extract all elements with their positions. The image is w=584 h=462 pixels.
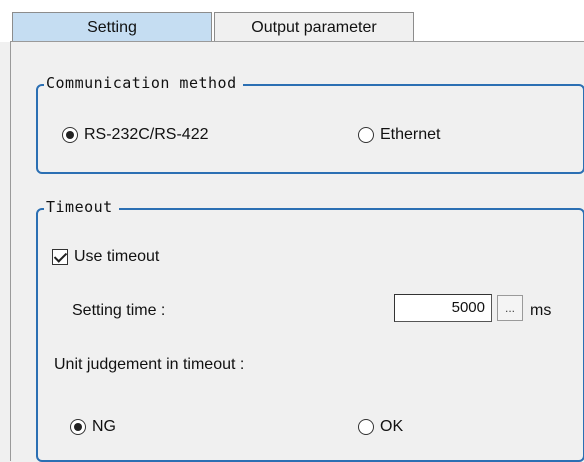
setting-time-unit: ms [530,302,552,319]
unit-judgement-label: Unit judgement in timeout : [54,356,245,373]
radio-ng[interactable]: NG [70,418,116,436]
radio-ethernet[interactable]: Ethernet [358,126,440,144]
radio-selected-icon [62,127,78,143]
tab-output-parameter[interactable]: Output parameter [214,12,414,42]
checkbox-checked-icon [52,249,68,265]
radio-rs232c-label: RS-232C/RS-422 [84,126,209,143]
tab-setting[interactable]: Setting [12,12,212,42]
radio-ok-label: OK [380,418,404,435]
timeout-group: Timeout Use timeout Setting time : 5000 … [36,198,584,462]
setting-time-input[interactable]: 5000 [394,294,492,322]
radio-ng-label: NG [92,418,116,435]
radio-rs232c[interactable]: RS-232C/RS-422 [62,126,209,144]
timeout-legend: Timeout [44,198,119,216]
use-timeout-checkbox[interactable]: Use timeout [52,248,159,266]
setting-time-ellipsis-button[interactable]: ... [497,295,523,321]
radio-unselected-icon [358,419,374,435]
radio-ok[interactable]: OK [358,418,403,436]
radio-ethernet-label: Ethernet [380,126,441,143]
setting-time-label: Setting time : [72,302,166,319]
use-timeout-label: Use timeout [74,248,160,265]
radio-selected-icon [70,419,86,435]
radio-unselected-icon [358,127,374,143]
communication-method-group: Communication method RS-232C/RS-422 Ethe… [36,74,584,174]
tab-bar: Setting Output parameter [0,0,584,42]
settings-panel: Communication method RS-232C/RS-422 Ethe… [10,41,584,462]
communication-method-legend: Communication method [44,74,243,92]
